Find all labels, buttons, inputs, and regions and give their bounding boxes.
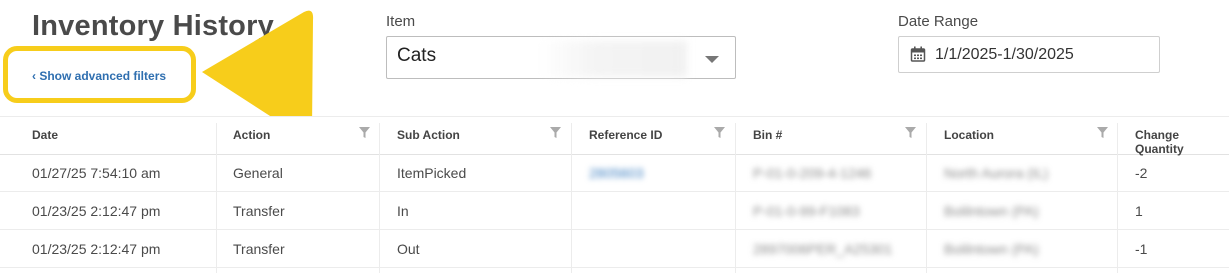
page-title: Inventory History <box>32 10 274 42</box>
filter-icon[interactable] <box>359 127 370 139</box>
cell-change-quantity: -2 <box>1135 165 1148 181</box>
show-advanced-filters-link[interactable]: ‹ Show advanced filters <box>32 69 166 83</box>
date-range-value: 1/1/2025-1/30/2025 <box>935 46 1074 63</box>
calendar-icon <box>910 46 926 62</box>
cell-bin: P-01-0-209-4-1246 <box>753 165 872 181</box>
table-header: Date Action Sub Action Reference ID Bin … <box>0 116 1229 156</box>
item-select[interactable]: Cats <box>386 36 736 79</box>
cell-sub-action: ItemPicked <box>397 165 467 181</box>
column-header-bin[interactable]: Bin # <box>753 128 782 142</box>
filter-icon[interactable] <box>550 127 561 139</box>
filter-icon[interactable] <box>714 127 725 139</box>
cell-location: Bolilntown (PA) <box>944 241 1039 257</box>
cell-sub-action: Out <box>397 241 420 257</box>
cell-action: Transfer <box>233 203 285 219</box>
cell-action: Transfer <box>233 241 285 257</box>
column-header-date[interactable]: Date <box>32 128 58 142</box>
cell-sub-action: In <box>397 203 409 219</box>
cell-action: General <box>233 165 283 181</box>
cell-change-quantity: -1 <box>1135 241 1148 257</box>
item-label: Item <box>386 13 416 30</box>
cell-bin: 2897006PER_A25301 <box>753 241 893 257</box>
cell-location: Bolilntown (PA) <box>944 203 1039 219</box>
table-row[interactable]: 01/23/25 2:12:47 pm Transfer Out 2897006… <box>0 230 1229 268</box>
cell-change-quantity: 1 <box>1135 203 1143 219</box>
cell-date: 01/23/25 2:12:47 pm <box>32 203 161 219</box>
column-header-action[interactable]: Action <box>233 128 270 142</box>
table-row[interactable]: 01/27/25 7:54:10 am General ItemPicked 2… <box>0 154 1229 192</box>
filter-icon[interactable] <box>905 127 916 139</box>
filter-icon[interactable] <box>1097 127 1108 139</box>
cell-date: 01/27/25 7:54:10 am <box>32 165 161 181</box>
cell-reference-id[interactable]: 2805603 <box>589 165 644 181</box>
column-header-change-quantity[interactable]: Change Quantity <box>1135 128 1229 156</box>
date-range-label: Date Range <box>898 13 979 30</box>
cell-date: 01/23/25 2:12:47 pm <box>32 241 161 257</box>
column-header-reference-id[interactable]: Reference ID <box>589 128 662 142</box>
item-select-value: Cats <box>397 45 437 66</box>
date-range-input[interactable]: 1/1/2025-1/30/2025 <box>898 36 1160 73</box>
column-header-sub-action[interactable]: Sub Action <box>397 128 460 142</box>
redaction-blur <box>537 41 687 77</box>
column-header-location[interactable]: Location <box>944 128 994 142</box>
cell-location: North Aurora (IL) <box>944 165 1049 181</box>
cell-bin: P-01-0-99-F1083 <box>753 203 860 219</box>
chevron-down-icon <box>705 56 719 63</box>
table-row[interactable]: 01/23/25 2:12:47 pm Transfer In P-01-0-9… <box>0 192 1229 230</box>
